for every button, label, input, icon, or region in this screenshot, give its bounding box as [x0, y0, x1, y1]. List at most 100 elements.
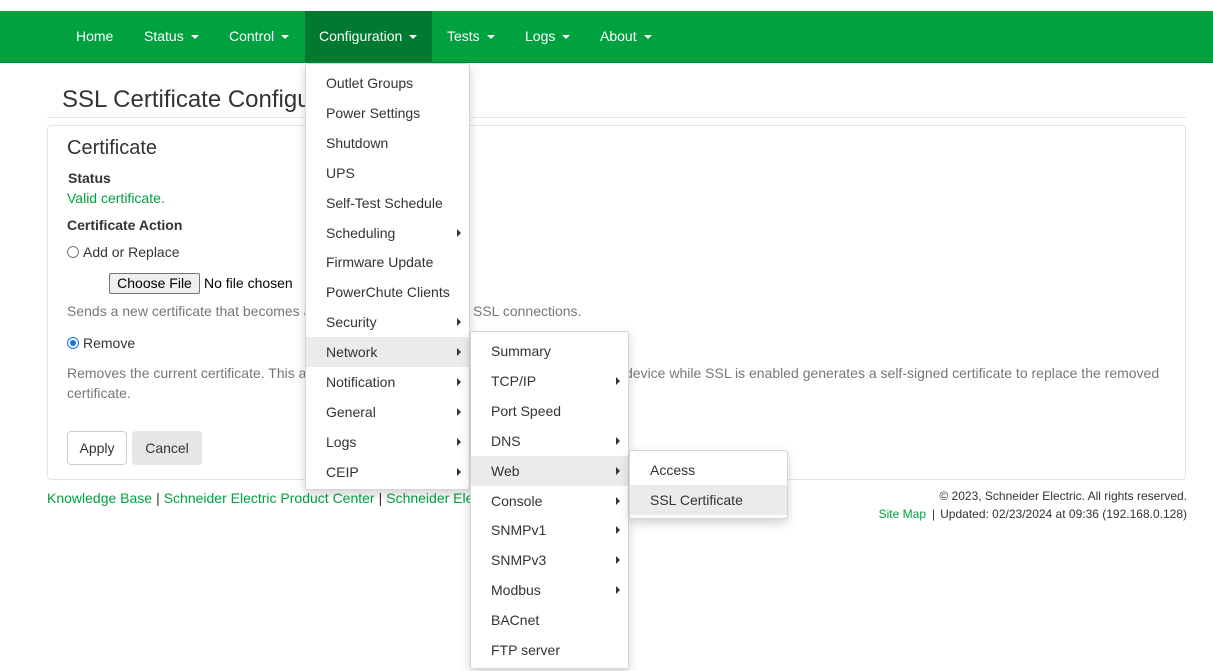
- menu-item-security[interactable]: Security: [306, 307, 469, 337]
- menu-item-label: SNMPv1: [491, 522, 547, 539]
- menu-item-label: Summary: [491, 343, 551, 359]
- nav-item-label: Control: [229, 28, 275, 44]
- nav-item-logs[interactable]: Logs: [511, 11, 585, 62]
- menu-item-snmpv3[interactable]: SNMPv3: [471, 545, 628, 575]
- menu-item-ups[interactable]: UPS: [306, 158, 469, 188]
- updated-text: Updated: 02/23/2024 at 09:36 (192.168.0.…: [940, 507, 1187, 521]
- add-or-replace-label: Add or Replace: [83, 244, 180, 260]
- footer-separator: |: [156, 490, 160, 506]
- menu-item-label: CEIP: [326, 463, 359, 480]
- network-submenu: Summary TCP/IP Port Speed DNS Web Console SNMP…: [470, 331, 629, 669]
- menu-item-power-settings[interactable]: Power Settings: [306, 98, 469, 128]
- page-title: SSL Certificate Configu: [62, 86, 311, 113]
- menu-item-label: Power Settings: [326, 104, 421, 121]
- caret-down-icon: [643, 35, 652, 40]
- menu-item-powerchute-clients[interactable]: PowerChute Clients: [306, 277, 469, 307]
- choose-file-button[interactable]: Choose File: [109, 273, 200, 294]
- apply-button[interactable]: Apply: [67, 431, 127, 465]
- menu-item-label: SNMPv3: [491, 552, 547, 569]
- submenu-arrow-icon: [616, 436, 620, 445]
- menu-item-ssl-certificate[interactable]: SSL Certificate: [630, 484, 787, 515]
- footer-separator: |: [932, 507, 936, 521]
- menu-item-ceip[interactable]: CEIP: [306, 457, 469, 487]
- menu-item-label: General: [326, 403, 376, 420]
- menu-item-tcp-ip[interactable]: TCP/IP: [471, 366, 628, 396]
- menu-item-snmpv1[interactable]: SNMPv1: [471, 515, 628, 545]
- menu-item-summary[interactable]: Summary: [471, 336, 628, 366]
- nav-item-label: Tests: [447, 28, 480, 44]
- menu-item-label: Scheduling: [326, 224, 396, 241]
- site-map-link[interactable]: Site Map: [879, 507, 926, 521]
- panel-title: Certificate: [67, 137, 158, 159]
- menu-item-label: Shutdown: [326, 134, 389, 151]
- menu-item-outlet-groups[interactable]: Outlet Groups: [306, 68, 469, 98]
- remove-radio[interactable]: [67, 337, 79, 349]
- menu-item-label: PowerChute Clients: [326, 284, 450, 301]
- menu-item-self-test-schedule[interactable]: Self-Test Schedule: [306, 188, 469, 218]
- menu-item-network[interactable]: Network: [306, 337, 469, 368]
- cancel-button[interactable]: Cancel: [132, 431, 202, 465]
- footer-separator: |: [378, 490, 383, 506]
- menu-item-label: Notification: [326, 374, 396, 390]
- menu-item-firmware-update[interactable]: Firmware Update: [306, 247, 469, 277]
- footer-link-schneider[interactable]: Schneider Ele: [386, 490, 473, 506]
- menu-item-label: Outlet Groups: [326, 75, 414, 91]
- menu-item-modbus[interactable]: Modbus: [471, 575, 628, 605]
- submenu-arrow-icon: [457, 228, 461, 237]
- caret-down-icon: [486, 35, 495, 40]
- no-file-chosen-text: No file chosen: [204, 275, 293, 291]
- menu-item-label: DNS: [491, 432, 521, 449]
- add-or-replace-option[interactable]: Add or Replace: [67, 244, 180, 260]
- nav-item-home[interactable]: Home: [62, 11, 129, 62]
- footer-link-knowledge-base[interactable]: Knowledge Base: [47, 490, 152, 506]
- submenu-arrow-icon: [616, 376, 620, 385]
- submenu-arrow-icon: [616, 466, 620, 475]
- status-value: Valid certificate.: [67, 190, 165, 206]
- title-divider: [47, 117, 1187, 118]
- remove-label: Remove: [83, 335, 136, 351]
- menu-item-label: BACnet: [491, 612, 540, 629]
- status-label: Status: [68, 170, 111, 186]
- menu-item-bacnet[interactable]: BACnet: [471, 605, 628, 635]
- web-submenu: Access SSL Certificate: [629, 450, 788, 519]
- nav-item-configuration[interactable]: Configuration: [305, 11, 432, 62]
- footer-links: Knowledge Base | Schneider Electric Produc…: [47, 490, 473, 506]
- menu-item-label: Firmware Update: [326, 254, 434, 271]
- remove-help-text: Removes the current certificate. This a: [67, 365, 307, 381]
- certificate-action-label: Certificate Action: [67, 217, 183, 233]
- menu-item-label: Security: [326, 314, 377, 331]
- add-or-replace-radio[interactable]: [67, 246, 79, 258]
- configuration-dropdown-menu: Outlet Groups Power Settings Shutdown UPS Se…: [305, 63, 470, 490]
- footer-link-product-center[interactable]: Schneider Electric Product Center: [164, 490, 375, 506]
- nav-item-control[interactable]: Control: [215, 11, 304, 62]
- add-help-text: Sends a new certificate that becomes a: [67, 303, 312, 319]
- remove-help-text-line2: certificate.: [67, 385, 131, 401]
- menu-item-label: Console: [491, 492, 543, 509]
- remove-help-text-tail: device while SSL is enabled generates a …: [625, 365, 1160, 381]
- menu-item-ftp-server[interactable]: FTP server: [471, 635, 628, 665]
- submenu-arrow-icon: [616, 586, 620, 595]
- menu-item-label: SSL Certificate: [650, 491, 743, 508]
- menu-item-scheduling[interactable]: Scheduling: [306, 218, 469, 248]
- menu-item-logs[interactable]: Logs: [306, 427, 469, 457]
- remove-option[interactable]: Remove: [67, 335, 135, 351]
- menu-item-console[interactable]: Console: [471, 486, 628, 516]
- submenu-arrow-icon: [616, 496, 620, 505]
- menu-item-shutdown[interactable]: Shutdown: [306, 128, 469, 158]
- menu-item-label: Modbus: [491, 582, 541, 599]
- nav-item-tests[interactable]: Tests: [433, 11, 510, 62]
- menu-item-port-speed[interactable]: Port Speed: [471, 396, 628, 426]
- menu-item-web[interactable]: Web: [471, 455, 628, 486]
- menu-item-general[interactable]: General: [306, 397, 469, 427]
- menu-item-dns[interactable]: DNS: [471, 426, 628, 456]
- menu-item-access[interactable]: Access: [630, 455, 787, 485]
- submenu-arrow-icon: [457, 407, 461, 416]
- menu-item-label: Web: [491, 462, 520, 479]
- updated-line: Site Map | Updated: 02/23/2024 at 09:36 (1…: [879, 507, 1187, 521]
- nav-item-about[interactable]: About: [586, 11, 666, 62]
- nav-item-status[interactable]: Status: [130, 11, 214, 62]
- caret-down-icon: [190, 35, 199, 40]
- caret-down-icon: [409, 35, 418, 40]
- menu-item-notification[interactable]: Notification: [306, 367, 469, 397]
- copyright-text: © 2023, Schneider Electric. All rights r…: [939, 489, 1187, 503]
